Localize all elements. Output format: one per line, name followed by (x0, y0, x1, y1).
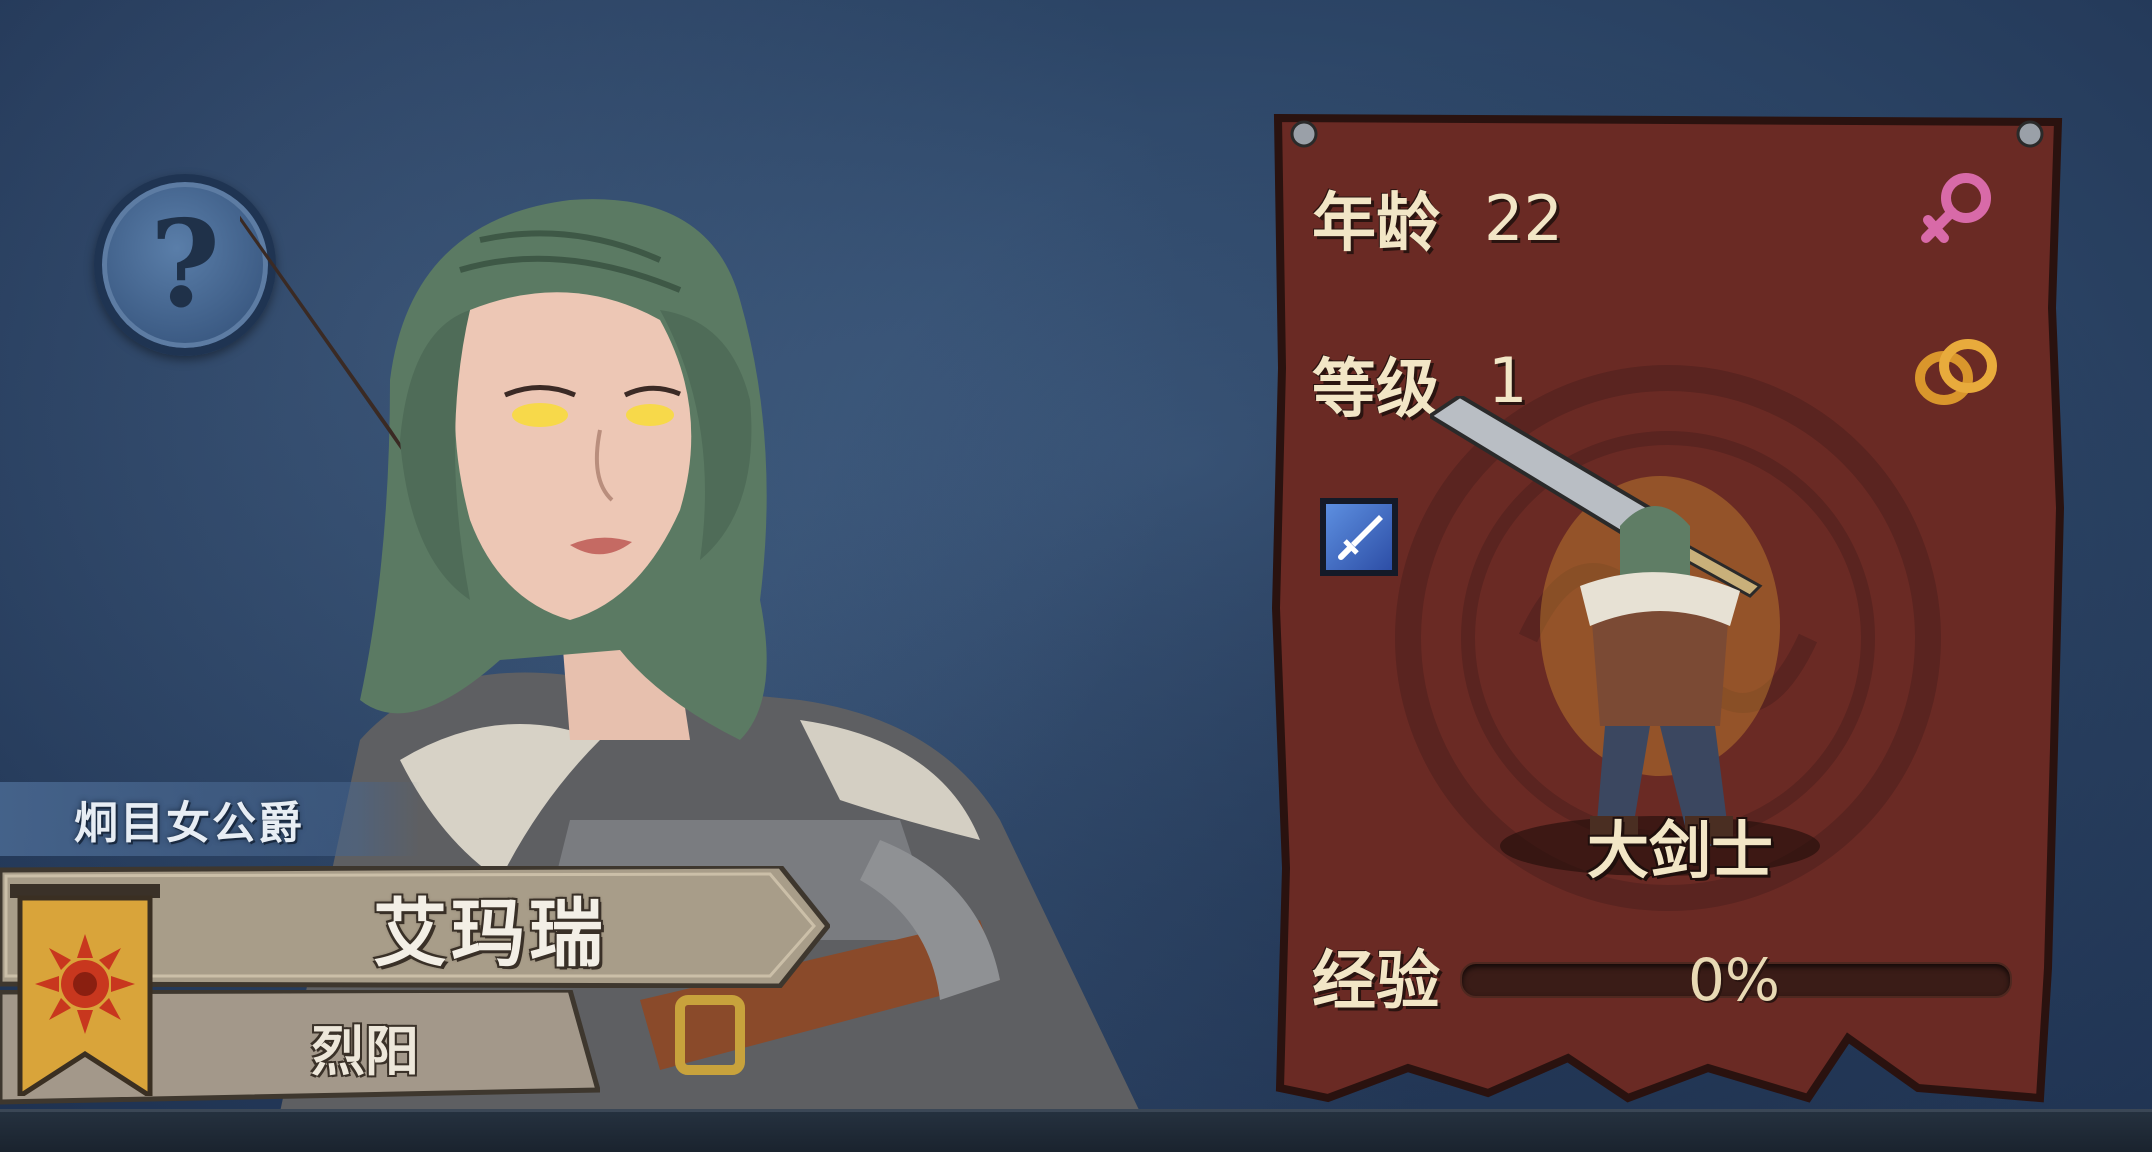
class-name: 大剑士 (1586, 814, 1773, 887)
female-symbol-icon (1921, 173, 1991, 243)
level-label: 等级 (1312, 353, 1440, 427)
age-label: 年龄 (1312, 187, 1440, 261)
sun-emblem-icon[interactable] (10, 884, 160, 1096)
character-name[interactable]: 艾玛瑞 (300, 866, 680, 988)
character-title: 炯目女公爵 (74, 798, 304, 849)
experience-percent: 0% (1687, 946, 1780, 1014)
wedding-rings-icon[interactable] (1910, 334, 2002, 410)
question-mark-icon: ? (149, 194, 221, 335)
faction-name: 烈阳 (311, 1019, 419, 1083)
age-value: 22 (1484, 182, 1563, 255)
character-title-strip: 炯目女公爵 (0, 782, 420, 856)
bottom-bar (0, 1109, 2152, 1152)
sword-skill-icon[interactable] (1320, 498, 1398, 576)
experience-label: 经验 (1312, 945, 1440, 1019)
